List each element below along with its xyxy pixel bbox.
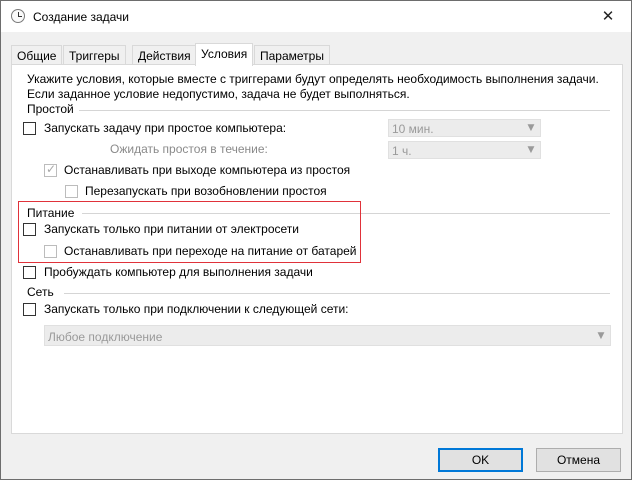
tab-actions[interactable]: Действия [132, 45, 197, 65]
network-group-divider [64, 293, 610, 294]
start-if-idle-label: Запускать задачу при простое компьютера: [44, 121, 287, 135]
task-dialog-window: Создание задачи ✕ Общие Триггеры Действи… [0, 0, 632, 480]
idle-duration-value: 10 мин. [392, 122, 434, 136]
network-connection-select[interactable]: Любое подключение ▼ [44, 325, 611, 346]
chevron-down-icon: ▼ [527, 145, 535, 155]
conditions-panel: Укажите условия, которые вместе с тригге… [11, 64, 623, 434]
wake-computer-checkbox[interactable] [23, 266, 36, 279]
wait-duration-select[interactable]: 1 ч. ▼ [388, 141, 541, 159]
tab-general[interactable]: Общие [11, 45, 63, 65]
clock-icon [11, 9, 25, 23]
network-group-label: Сеть [27, 285, 54, 299]
cancel-button[interactable]: Отмена [536, 448, 621, 472]
network-connection-value: Любое подключение [48, 330, 163, 344]
tab-triggers[interactable]: Триггеры [63, 45, 126, 65]
ok-button[interactable]: OK [438, 448, 523, 472]
title-bar[interactable]: Создание задачи ✕ [1, 1, 631, 32]
idle-group-divider [79, 110, 610, 111]
idle-group-label: Простой [27, 102, 74, 116]
idle-duration-select[interactable]: 10 мин. ▼ [388, 119, 541, 137]
stop-on-idle-end-checkbox[interactable] [44, 162, 57, 177]
chevron-down-icon: ▼ [597, 330, 605, 341]
network-only-label: Запускать только при подключении к следу… [44, 302, 349, 316]
restart-on-idle-label: Перезапускать при возобновлении простоя [85, 184, 327, 198]
description-line-2: Если заданное условие недопустимо, задач… [27, 87, 410, 101]
wait-duration-value: 1 ч. [392, 144, 412, 158]
power-highlight-box [18, 201, 361, 263]
tab-conditions[interactable]: Условия [195, 43, 254, 66]
start-if-idle-checkbox[interactable] [23, 122, 36, 135]
network-only-checkbox[interactable] [23, 303, 36, 316]
tab-strip: Общие Триггеры Действия Условия Параметр… [11, 43, 623, 66]
chevron-down-icon: ▼ [527, 123, 535, 133]
restart-on-idle-checkbox[interactable] [65, 185, 78, 198]
wait-idle-label: Ожидать простоя в течение: [110, 142, 268, 156]
stop-on-idle-end-label: Останавливать при выходе компьютера из п… [64, 163, 351, 177]
tab-settings[interactable]: Параметры [254, 45, 330, 65]
wake-computer-label: Пробуждать компьютер для выполнения зада… [44, 265, 313, 279]
close-button[interactable]: ✕ [585, 1, 631, 31]
description-line-1: Укажите условия, которые вместе с тригге… [27, 72, 599, 86]
window-title: Создание задачи [33, 10, 129, 24]
